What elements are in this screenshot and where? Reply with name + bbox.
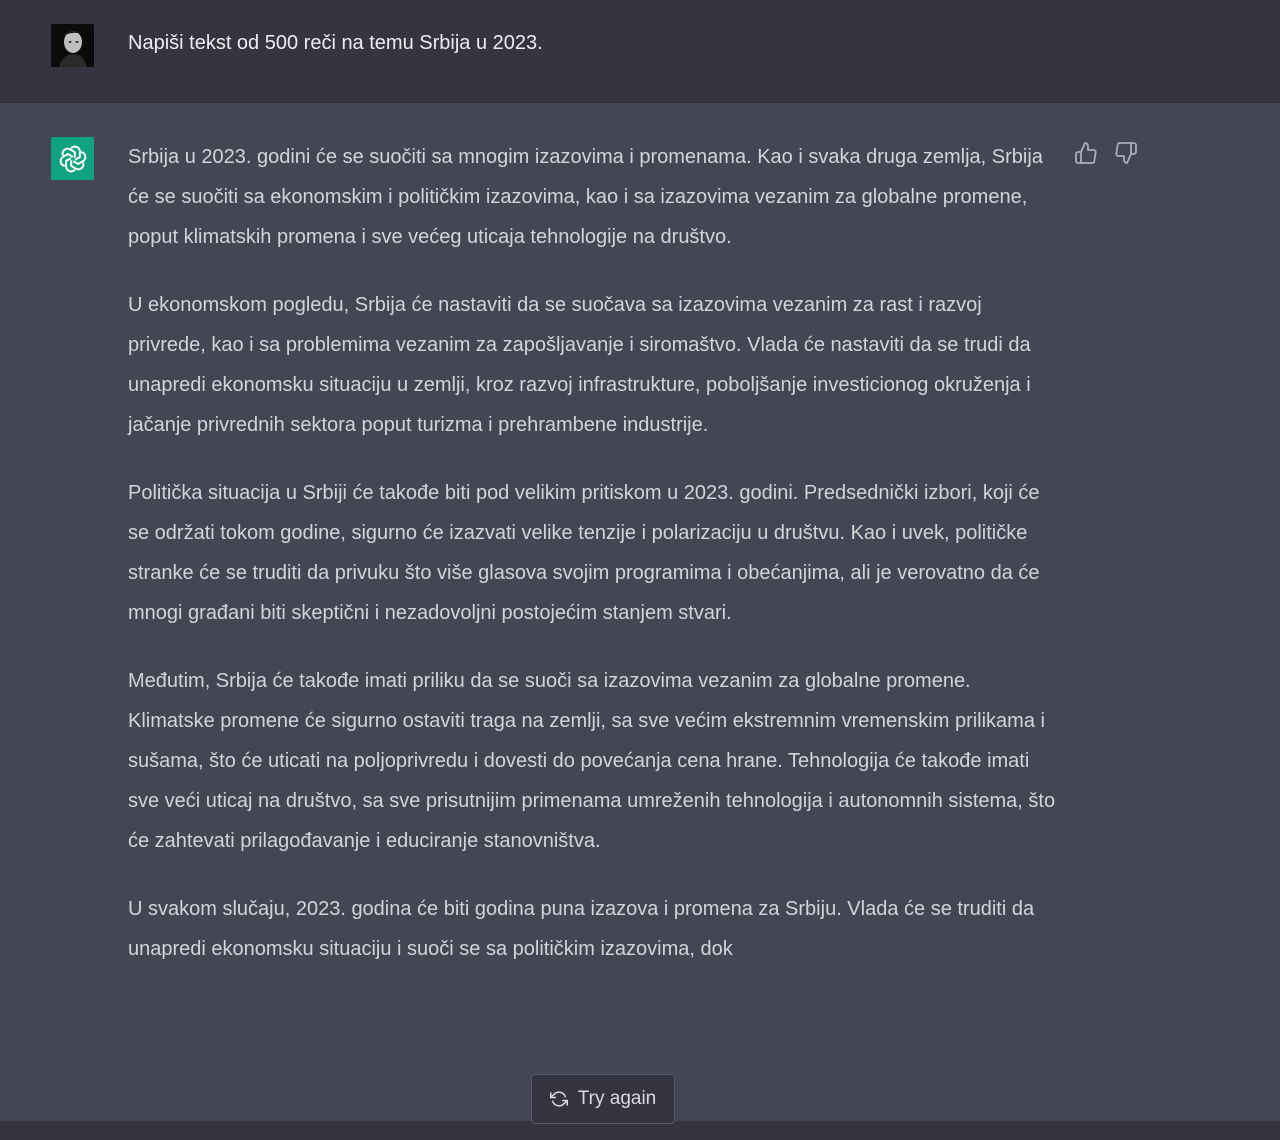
assistant-message-text: Srbija u 2023. godini će se suočiti sa m…	[128, 137, 1058, 969]
answer-paragraph: Srbija u 2023. godini će se suočiti sa m…	[128, 146, 1043, 248]
thumbs-down-icon[interactable]	[1114, 141, 1138, 165]
answer-paragraph: U svakom slučaju, 2023. godina će biti g…	[128, 898, 1035, 960]
answer-paragraph: U ekonomskom pogledu, Srbija će nastavit…	[128, 294, 1031, 436]
user-message-text: Napiši tekst od 500 reči na temu Srbija …	[128, 32, 543, 54]
refresh-icon	[549, 1090, 568, 1108]
chatgpt-logo-icon	[51, 137, 94, 180]
user-message-row: Napiši tekst od 500 reči na temu Srbija …	[0, 0, 1280, 103]
user-avatar-image	[51, 24, 94, 67]
thumbs-up-icon[interactable]	[1074, 141, 1098, 165]
text-fade-overlay	[0, 958, 1280, 1028]
try-again-label: Try again	[577, 1088, 657, 1109]
answer-paragraph: Međutim, Srbija će takođe imati priliku …	[128, 670, 1056, 852]
user-avatar	[51, 24, 94, 67]
try-again-button[interactable]: Try again	[531, 1074, 675, 1124]
answer-paragraph: Politička situacija u Srbiji će takođe b…	[128, 482, 1040, 624]
